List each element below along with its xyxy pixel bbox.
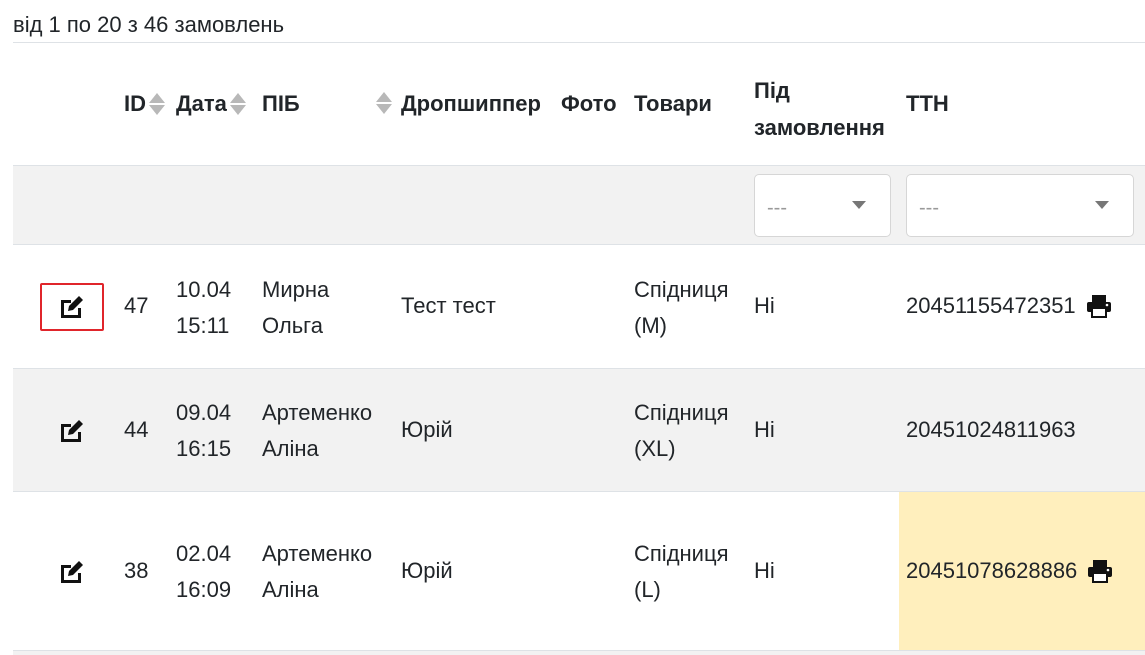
edit-button[interactable] bbox=[40, 548, 104, 596]
order-date: 09.04 16:15 bbox=[176, 400, 232, 461]
ttn-number[interactable]: 20451078628886 bbox=[906, 553, 1077, 589]
ttn-filter-select[interactable]: --- bbox=[906, 174, 1134, 237]
column-header-dropshipper: Дропшиппер bbox=[401, 91, 541, 116]
sort-icon[interactable] bbox=[229, 92, 247, 116]
preorder-value: Ні bbox=[754, 293, 775, 318]
printer-icon bbox=[1086, 295, 1111, 318]
ttn-number[interactable]: 20451024811963 bbox=[906, 412, 1076, 448]
column-header-ttn: ТТН bbox=[906, 91, 949, 116]
order-date: 02.04 16:09 bbox=[176, 541, 232, 602]
preorder-value: Ні bbox=[754, 558, 775, 583]
edit-icon bbox=[61, 561, 83, 583]
goods-list: Спідниця (XL) bbox=[634, 400, 729, 461]
customer-name: Артеменко Аліна bbox=[262, 400, 373, 461]
printer-icon bbox=[1088, 560, 1113, 583]
column-header-name-sort[interactable] bbox=[373, 91, 393, 115]
chevron-down-icon bbox=[852, 201, 866, 209]
goods-list: Спідниця (L) bbox=[634, 541, 729, 602]
column-header-date[interactable]: Дата bbox=[176, 91, 247, 117]
sort-icon[interactable] bbox=[375, 91, 393, 115]
ttn-cell: 20451078628886 bbox=[906, 491, 1113, 651]
edit-button[interactable] bbox=[40, 283, 104, 331]
order-date: 10.04 15:11 bbox=[176, 277, 232, 338]
column-header-photo: Фото bbox=[561, 91, 617, 116]
sort-icon[interactable] bbox=[148, 92, 166, 116]
chevron-down-icon bbox=[1095, 201, 1109, 209]
print-button[interactable] bbox=[1087, 559, 1113, 583]
dropshipper-name: Тест тест bbox=[401, 293, 496, 318]
divider bbox=[13, 650, 1145, 655]
order-id: 47 bbox=[124, 293, 149, 318]
print-button[interactable] bbox=[1086, 294, 1112, 318]
ttn-cell: 20451155472351 bbox=[906, 244, 1112, 368]
column-header-goods: Товари bbox=[634, 91, 712, 116]
ttn-cell: 20451024811963 bbox=[906, 368, 1076, 491]
dropshipper-name: Юрій bbox=[401, 416, 453, 442]
goods-list: Спідниця (M) bbox=[634, 277, 729, 338]
orders-summary: від 1 по 20 з 46 замовлень bbox=[13, 12, 285, 37]
column-header-name: ПІБ bbox=[262, 91, 300, 116]
ttn-number[interactable]: 20451155472351 bbox=[906, 288, 1076, 324]
preorder-value: Ні bbox=[754, 416, 775, 442]
edit-button[interactable] bbox=[40, 407, 104, 455]
dropshipper-name: Юрій bbox=[401, 558, 453, 583]
column-header-preorder: Під замовлення bbox=[754, 78, 885, 140]
edit-icon bbox=[61, 420, 83, 442]
preorder-filter-select[interactable]: --- bbox=[754, 174, 891, 237]
column-header-id[interactable]: ID bbox=[124, 91, 166, 117]
order-id: 44 bbox=[124, 416, 149, 442]
customer-name: Мирна Ольга bbox=[262, 277, 330, 338]
edit-icon bbox=[61, 296, 83, 318]
order-id: 38 bbox=[124, 558, 149, 583]
customer-name: Артеменко Аліна bbox=[262, 541, 373, 602]
